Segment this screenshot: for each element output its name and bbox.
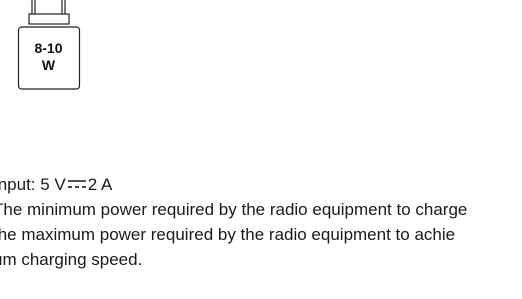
charging-speed-line: um charging speed. [0, 250, 143, 269]
max-power-line: the maximum power required by the radio … [0, 225, 456, 244]
charger-power-value: 8-10 [34, 40, 63, 56]
input-spec-prefix: Input: 5 V [0, 175, 66, 194]
charger-power-label: 8-10 W [19, 40, 78, 74]
min-power-line: The minimum power required by the radio … [0, 200, 468, 219]
input-spec-line: Input: 5 V 2 A [0, 172, 522, 197]
charging-spec: Input: 5 V 2 A The minimum power required… [0, 172, 522, 272]
charger-power-unit: W [41, 57, 56, 73]
dc-current-icon [67, 178, 87, 190]
input-spec-suffix: 2 A [87, 175, 113, 194]
